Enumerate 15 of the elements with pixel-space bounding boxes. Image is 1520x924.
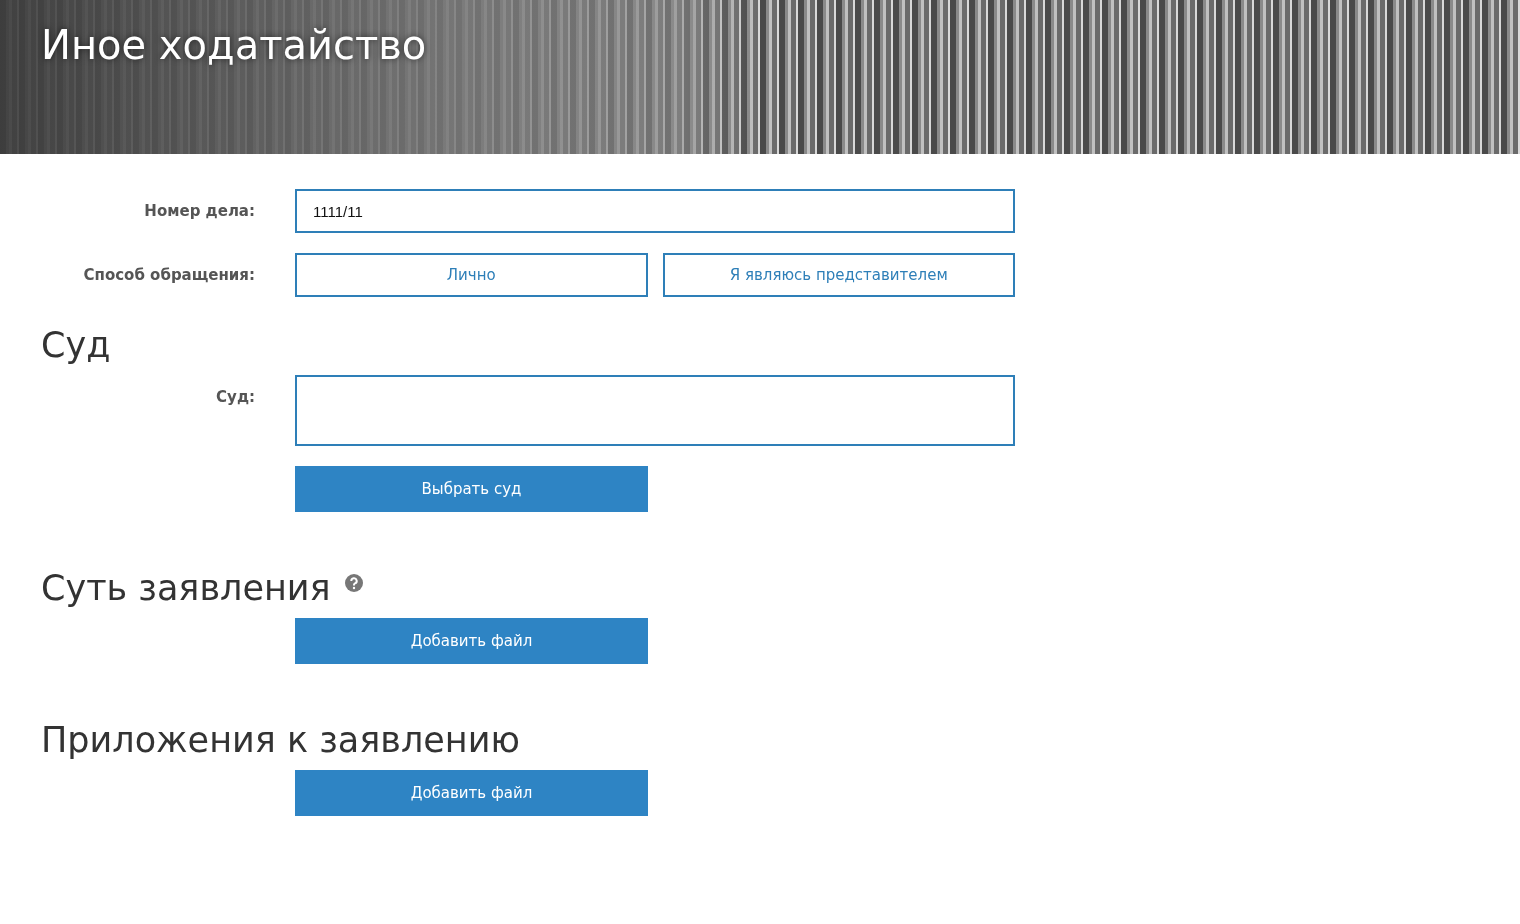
- input-field[interactable]: [295, 375, 1015, 446]
- section-heading: Суть заявления: [41, 568, 331, 608]
- input-field[interactable]: 1111/11: [295, 189, 1015, 233]
- help-icon[interactable]: [344, 574, 363, 592]
- section-heading: Суд: [41, 325, 111, 365]
- action-button[interactable]: Добавить файл: [295, 770, 648, 816]
- action-button[interactable]: Выбрать суд: [295, 466, 648, 512]
- field-label: Способ обращения:: [82, 265, 255, 284]
- action-button[interactable]: Добавить файл: [295, 618, 648, 664]
- field-label: Номер дела:: [143, 201, 255, 220]
- choice-button[interactable]: Лично: [295, 253, 648, 297]
- section-heading: Приложения к заявлению: [41, 720, 520, 760]
- page-title: Иное ходатайство: [41, 22, 427, 68]
- choice-button[interactable]: Я являюсь представителем: [662, 253, 1015, 297]
- field-label: Суд:: [215, 387, 255, 406]
